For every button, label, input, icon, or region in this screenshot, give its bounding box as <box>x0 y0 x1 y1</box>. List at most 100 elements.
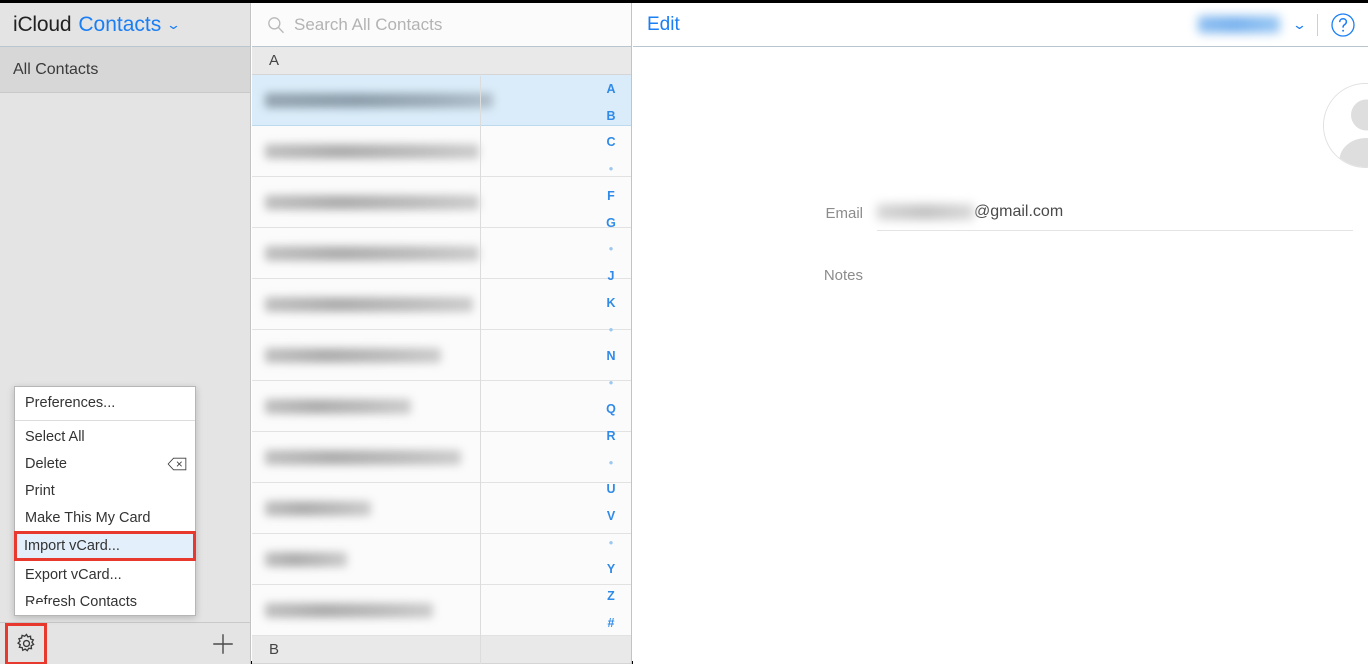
contact-name-redacted <box>265 449 461 465</box>
alpha-index-dot-4[interactable] <box>592 370 630 397</box>
table-row[interactable] <box>252 228 631 279</box>
field-email: Email @gmail.com <box>753 203 1353 231</box>
alpha-index-dot-5[interactable] <box>592 450 630 477</box>
alpha-index-v[interactable]: V <box>592 503 630 530</box>
contact-name-redacted <box>265 245 479 261</box>
notes-value[interactable] <box>877 265 1353 287</box>
search-icon <box>268 16 284 33</box>
add-contact-button[interactable] <box>200 623 246 664</box>
alpha-index-dot-6[interactable] <box>592 530 630 557</box>
menu-item-preferences[interactable]: Preferences... <box>15 388 195 418</box>
contact-name-redacted <box>265 347 441 363</box>
contact-name-redacted <box>265 296 473 312</box>
menu-separator <box>15 420 195 421</box>
icloud-contacts-window: iCloud Contacts ⌄ All Contacts Preferenc… <box>0 0 1368 664</box>
contact-name-redacted <box>265 143 479 159</box>
email-domain: @gmail.com <box>974 203 1064 220</box>
contact-detail-panel: Edit ⌄ Email @gmail.com Notes <box>633 3 1368 664</box>
delete-shortcut-backspace-icon <box>167 457 187 471</box>
sidebar-item-all-contacts[interactable]: All Contacts <box>0 47 250 93</box>
menu-item-label: Make This My Card <box>25 509 151 526</box>
avatar-placeholder-icon <box>1324 84 1368 167</box>
alpha-index-n[interactable]: N <box>592 343 630 370</box>
table-row[interactable] <box>252 279 631 330</box>
email-value[interactable]: @gmail.com <box>877 203 1353 231</box>
brand-icloud-label: iCloud <box>13 12 72 36</box>
alpha-index-y[interactable]: Y <box>592 556 630 583</box>
contact-name-redacted <box>265 398 411 414</box>
account-menu[interactable]: ⌄ <box>1198 12 1368 38</box>
menu-item-label: Export vCard... <box>25 566 122 583</box>
field-label: Email <box>825 205 863 222</box>
contact-rows-container <box>252 75 631 636</box>
alpha-index-q[interactable]: Q <box>592 396 630 423</box>
plus-icon <box>213 633 233 654</box>
contact-name-redacted <box>265 500 371 516</box>
alphabet-index[interactable]: A B C F G J K N Q R U V Y Z # <box>592 76 630 637</box>
list-section-header-a: A <box>252 47 631 75</box>
sidebar: iCloud Contacts ⌄ All Contacts Preferenc… <box>0 3 251 664</box>
toolbar-divider <box>1317 13 1318 36</box>
settings-gear-button[interactable] <box>5 622 47 664</box>
menu-item-label: Select All <box>25 428 85 445</box>
table-row[interactable] <box>252 483 631 534</box>
menu-item-label: Delete <box>25 455 67 472</box>
menu-item-select-all[interactable]: Select All <box>15 423 195 450</box>
chevron-down-icon[interactable]: ⌄ <box>166 17 181 33</box>
gear-icon <box>16 633 35 652</box>
search-input[interactable] <box>294 14 594 35</box>
menu-item-export-vcard[interactable]: Export vCard... <box>15 561 195 588</box>
table-row[interactable] <box>252 330 631 381</box>
table-row[interactable] <box>252 75 631 126</box>
menu-item-delete[interactable]: Delete <box>15 450 195 477</box>
menu-item-label: Preferences... <box>25 395 116 411</box>
sidebar-footer-toolbar <box>0 622 250 664</box>
brand-app-label[interactable]: Contacts <box>78 13 161 37</box>
alpha-index-f[interactable]: F <box>592 183 630 210</box>
section-header-label: A <box>269 52 280 69</box>
account-name-redacted <box>1198 16 1281 33</box>
list-section-header-b: B <box>252 636 631 664</box>
help-icon <box>1331 12 1355 37</box>
contact-name-redacted <box>265 92 493 108</box>
table-row[interactable] <box>252 381 631 432</box>
alpha-index-j[interactable]: J <box>592 263 630 290</box>
alpha-index-dot-3[interactable] <box>592 316 630 343</box>
contact-list-panel: A <box>252 3 632 664</box>
alpha-index-k[interactable]: K <box>592 290 630 317</box>
alpha-index-r[interactable]: R <box>592 423 630 450</box>
table-row[interactable] <box>252 126 631 177</box>
alpha-index-b[interactable]: B <box>592 103 630 130</box>
field-notes: Notes <box>753 265 1353 287</box>
field-label: Notes <box>823 267 863 284</box>
menu-item-make-this-my-card[interactable]: Make This My Card <box>15 504 195 531</box>
alpha-index-dot-1[interactable] <box>592 156 630 183</box>
detail-toolbar: Edit ⌄ <box>633 3 1368 47</box>
alpha-index-c[interactable]: C <box>592 129 630 156</box>
list-column-divider <box>480 76 481 664</box>
alpha-index-z[interactable]: Z <box>592 583 630 610</box>
alpha-index-dot-2[interactable] <box>592 236 630 263</box>
alpha-index-g[interactable]: G <box>592 209 630 236</box>
menu-item-import-vcard[interactable]: Import vCard... <box>14 531 196 561</box>
contact-name-redacted <box>265 602 433 618</box>
sidebar-item-label: All Contacts <box>13 60 99 78</box>
edit-button[interactable]: Edit <box>647 14 680 36</box>
help-button[interactable] <box>1330 12 1356 38</box>
alpha-index-a[interactable]: A <box>592 76 630 103</box>
contact-name-redacted <box>265 551 347 567</box>
table-row[interactable] <box>252 432 631 483</box>
contact-name-redacted <box>265 194 479 210</box>
menu-item-label: Print <box>25 482 55 499</box>
alpha-index-hash[interactable]: # <box>592 610 630 637</box>
search-bar[interactable] <box>252 3 631 47</box>
settings-context-menu[interactable]: Preferences... Select All Delete Print M… <box>14 386 196 616</box>
alpha-index-u[interactable]: U <box>592 476 630 503</box>
table-row[interactable] <box>252 177 631 228</box>
chevron-down-icon[interactable]: ⌄ <box>1292 17 1307 33</box>
avatar <box>1323 83 1368 168</box>
email-local-part-redacted <box>877 204 974 220</box>
table-row[interactable] <box>252 534 631 585</box>
menu-item-print[interactable]: Print <box>15 477 195 504</box>
table-row[interactable] <box>252 585 631 636</box>
